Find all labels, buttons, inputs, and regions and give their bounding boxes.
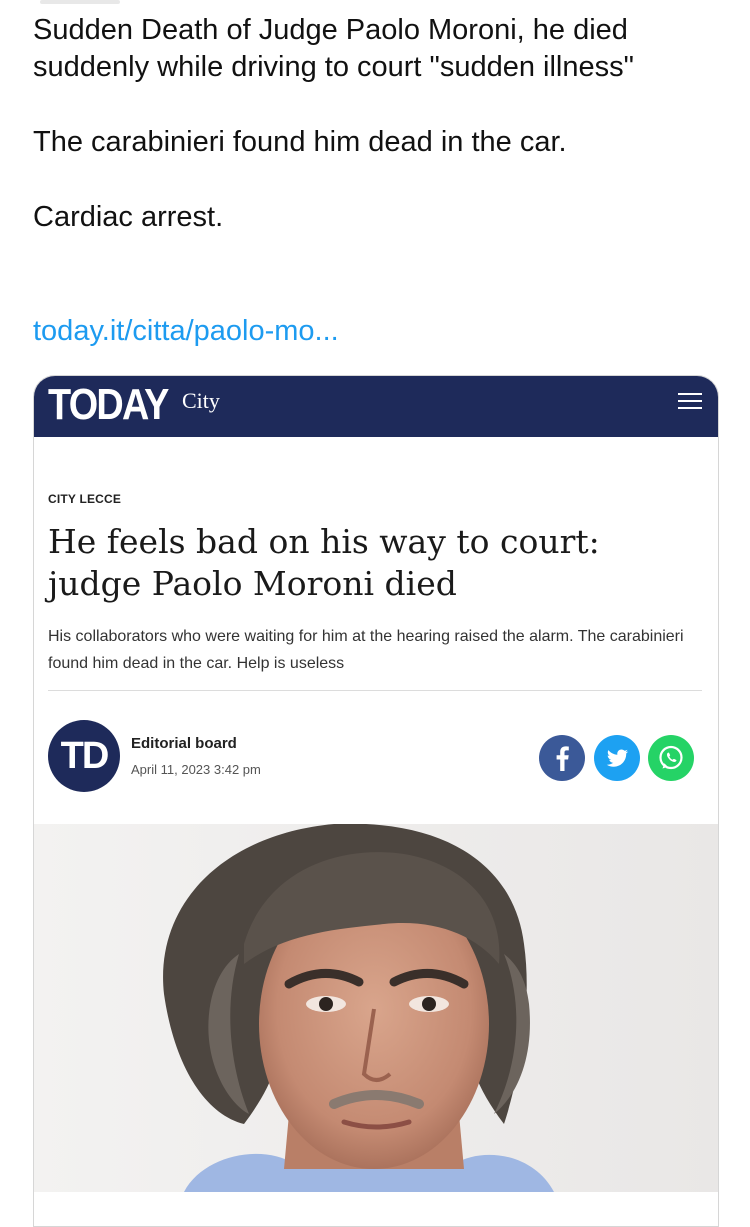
link-preview-card[interactable]: TODAY City CITY LECCE He feels bad on hi…	[33, 375, 719, 1227]
whatsapp-share-button[interactable]	[648, 735, 694, 781]
article-summary: His collaborators who were waiting for h…	[48, 628, 684, 672]
article-headline: He feels bad on his way to court: judge …	[48, 522, 600, 603]
category-label: CITY LECCE	[48, 492, 122, 506]
article-photo	[34, 824, 718, 1192]
author-name: Editorial board	[131, 735, 237, 752]
publish-date: April 11, 2023 3:42 pm	[131, 762, 261, 777]
today-logo: TODAY	[48, 380, 169, 429]
post-text: Sudden Death of Judge Paolo Moroni, he d…	[33, 12, 723, 236]
whatsapp-icon	[659, 745, 683, 770]
top-divider	[40, 0, 120, 4]
twitter-share-button[interactable]	[594, 735, 640, 781]
logo-subtitle: City	[182, 388, 220, 413]
divider	[48, 690, 702, 691]
portrait-illustration	[34, 824, 718, 1192]
twitter-icon	[606, 749, 629, 767]
post-paragraph: Cardiac arrest.	[33, 201, 224, 233]
site-header: TODAY City	[34, 376, 718, 437]
article-link[interactable]: today.it/citta/paolo-mo...	[33, 313, 339, 350]
author-avatar: TD	[48, 720, 120, 792]
post-paragraph: Sudden Death of Judge Paolo Moroni, he d…	[33, 14, 634, 83]
facebook-share-button[interactable]	[539, 735, 585, 781]
hamburger-menu-icon[interactable]	[678, 393, 702, 413]
facebook-icon	[556, 746, 569, 771]
post-paragraph: The carabinieri found him dead in the ca…	[33, 126, 567, 158]
